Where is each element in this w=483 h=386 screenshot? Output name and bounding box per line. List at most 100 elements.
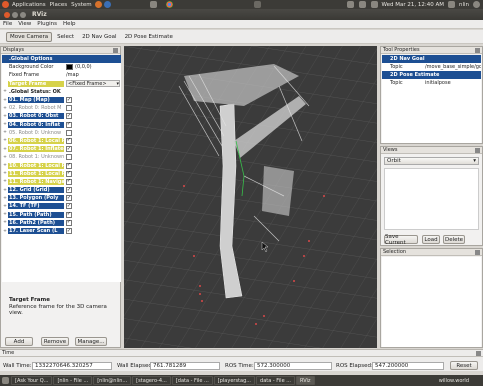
- display-row[interactable]: +12. Grid (Grid) ✓: [2, 186, 121, 194]
- manage-displays-button[interactable]: Manage...: [75, 337, 107, 346]
- display-row[interactable]: +01. Map (Map) ✓: [2, 96, 121, 104]
- enabled-checkbox[interactable]: ✓: [66, 121, 72, 128]
- workspace-label[interactable]: willow.world: [439, 378, 469, 384]
- delete-view-button[interactable]: Delete: [443, 235, 465, 244]
- taskbar-item[interactable]: [stagero-4...: [132, 376, 171, 385]
- places-menu[interactable]: Places: [48, 2, 70, 8]
- display-row[interactable]: +03. Robot 0: Obst ✓: [2, 112, 121, 120]
- display-row-value[interactable]: ✓: [64, 228, 121, 235]
- display-row-value[interactable]: (0,0,0): [64, 64, 121, 71]
- display-row-value[interactable]: [64, 129, 121, 136]
- load-view-button[interactable]: Load: [422, 235, 440, 244]
- color-swatch[interactable]: [66, 64, 73, 71]
- enabled-checkbox[interactable]: ✓: [66, 195, 72, 202]
- help-icon[interactable]: [103, 1, 111, 8]
- display-row-value[interactable]: ✓: [64, 178, 121, 185]
- panel-close-icon[interactable]: [475, 249, 480, 255]
- wall-elapsed-field[interactable]: 761.781289: [150, 362, 220, 370]
- displays-tree[interactable]: - .Global Options Background Color (0,0,0) F…: [2, 55, 121, 282]
- display-row[interactable]: +15. Path (Path) ✓: [2, 211, 121, 219]
- display-row[interactable]: +04. Robot 0: Inflat ✓: [2, 121, 121, 129]
- display-row[interactable]: +05. Robot 0: Unknow: [2, 129, 121, 137]
- remove-display-button[interactable]: Remove: [41, 337, 69, 346]
- panel-close-icon[interactable]: [113, 47, 118, 53]
- tool-prop-pose-estimate[interactable]: 2D Pose Estimate: [382, 71, 481, 79]
- display-row-value[interactable]: ✓: [64, 146, 121, 153]
- tool-prop-nav-goal[interactable]: 2D Nav Goal: [382, 55, 481, 63]
- enabled-checkbox[interactable]: ✓: [66, 178, 72, 185]
- enabled-checkbox[interactable]: ✓: [66, 97, 72, 104]
- enabled-checkbox[interactable]: ✓: [66, 113, 72, 120]
- menu-file[interactable]: File: [0, 21, 15, 27]
- user-tray-icon[interactable]: [447, 1, 455, 8]
- display-row[interactable]: +07. Robot 1: Inflated ✓: [2, 145, 121, 153]
- taskbar-item[interactable]: RViz: [296, 376, 315, 385]
- display-row-value[interactable]: ✓: [64, 187, 121, 194]
- display-row-value[interactable]: ✓: [64, 137, 121, 144]
- display-row[interactable]: +10. Robot 1: Local Pl ✓: [2, 161, 121, 169]
- display-row[interactable]: +06. Robot 1: Local P ✓: [2, 137, 121, 145]
- tool-move-camera[interactable]: Move Camera: [6, 31, 53, 42]
- display-row-value[interactable]: ✓: [64, 170, 121, 177]
- add-display-button[interactable]: Add: [5, 337, 33, 346]
- enabled-checkbox[interactable]: [66, 129, 72, 136]
- display-row-value[interactable]: ✓: [64, 162, 121, 169]
- enabled-checkbox[interactable]: ✓: [66, 170, 72, 177]
- display-row[interactable]: +14. TF (TF) ✓: [2, 202, 121, 210]
- display-row[interactable]: +17. Laser Scan (L ✓: [2, 227, 121, 235]
- enabled-checkbox[interactable]: [66, 105, 72, 112]
- firefox-icon[interactable]: [94, 1, 102, 8]
- window-titlebar[interactable]: RViz: [0, 9, 483, 20]
- display-row-value[interactable]: <Fixed Frame> ▾: [64, 80, 121, 88]
- menu-help[interactable]: Help: [60, 21, 79, 27]
- system-menu[interactable]: System: [69, 2, 94, 8]
- display-row[interactable]: Fixed Frame/map: [2, 71, 121, 79]
- tool-2d-nav-goal[interactable]: 2D Nav Goal: [79, 33, 120, 41]
- enabled-checkbox[interactable]: ✓: [66, 203, 72, 210]
- saved-views-list[interactable]: [384, 168, 479, 230]
- display-row[interactable]: - .Global Options: [2, 55, 121, 64]
- taskbar-item[interactable]: [nlin@nlin...: [93, 376, 132, 385]
- display-row-value[interactable]: ✓: [64, 113, 121, 120]
- taskbar-item[interactable]: [data - File ...: [171, 376, 213, 385]
- maximize-icon[interactable]: [20, 11, 26, 18]
- display-row[interactable]: +13. Polygon (Poly ✓: [2, 194, 121, 202]
- taskbar-item[interactable]: [Ask Your Q...: [11, 376, 53, 385]
- close-icon[interactable]: [4, 11, 10, 18]
- display-row[interactable]: +11. Robot 1: Local P ✓: [2, 170, 121, 178]
- enabled-checkbox[interactable]: ✓: [66, 146, 72, 153]
- mail-tray-icon[interactable]: [370, 1, 378, 8]
- enabled-checkbox[interactable]: ✓: [66, 187, 72, 194]
- display-row[interactable]: + .Global Status: OK: [2, 88, 121, 96]
- display-row-value[interactable]: [64, 154, 121, 161]
- ros-elapsed-field[interactable]: 547.200000: [372, 362, 444, 370]
- render-3d-view[interactable]: [124, 46, 377, 348]
- minimize-icon[interactable]: [12, 11, 18, 18]
- display-row[interactable]: +02. Robot 0: Robot M: [2, 104, 121, 112]
- enabled-checkbox[interactable]: ✓: [66, 211, 72, 218]
- username-label[interactable]: nlin: [459, 2, 469, 8]
- show-desktop-icon[interactable]: [2, 377, 9, 384]
- display-row-value[interactable]: /map: [64, 72, 121, 78]
- display-row[interactable]: +16. Path2 (Path) ✓: [2, 219, 121, 227]
- panel-close-icon[interactable]: [475, 47, 480, 53]
- save-current-view-button[interactable]: Save Current: [384, 234, 418, 246]
- volume-tray-icon[interactable]: [358, 1, 366, 8]
- enabled-checkbox[interactable]: ✓: [66, 162, 72, 169]
- taskbar-item[interactable]: data - File ...: [256, 376, 296, 385]
- reset-time-button[interactable]: Reset: [450, 361, 478, 370]
- tool-prop-pose-topic[interactable]: Topic initialpose: [382, 79, 481, 87]
- display-row[interactable]: Background Color (0,0,0): [2, 63, 121, 71]
- enabled-checkbox[interactable]: ✓: [66, 219, 72, 226]
- view-type-select[interactable]: Orbit ▾: [384, 157, 479, 165]
- monitor-tray-icon[interactable]: [253, 1, 261, 8]
- enabled-checkbox[interactable]: [66, 154, 72, 161]
- tool-2d-pose-estimate[interactable]: 2D Pose Estimate: [122, 33, 176, 41]
- display-row[interactable]: Target Frame <Fixed Frame> ▾: [2, 80, 121, 88]
- selection-list[interactable]: [382, 257, 481, 347]
- display-row-value[interactable]: ✓: [64, 97, 121, 104]
- network-tray-icon[interactable]: [149, 1, 157, 8]
- menu-view[interactable]: View: [15, 21, 34, 27]
- target-frame-select[interactable]: <Fixed Frame> ▾: [66, 80, 120, 88]
- enabled-checkbox[interactable]: ✓: [66, 137, 72, 144]
